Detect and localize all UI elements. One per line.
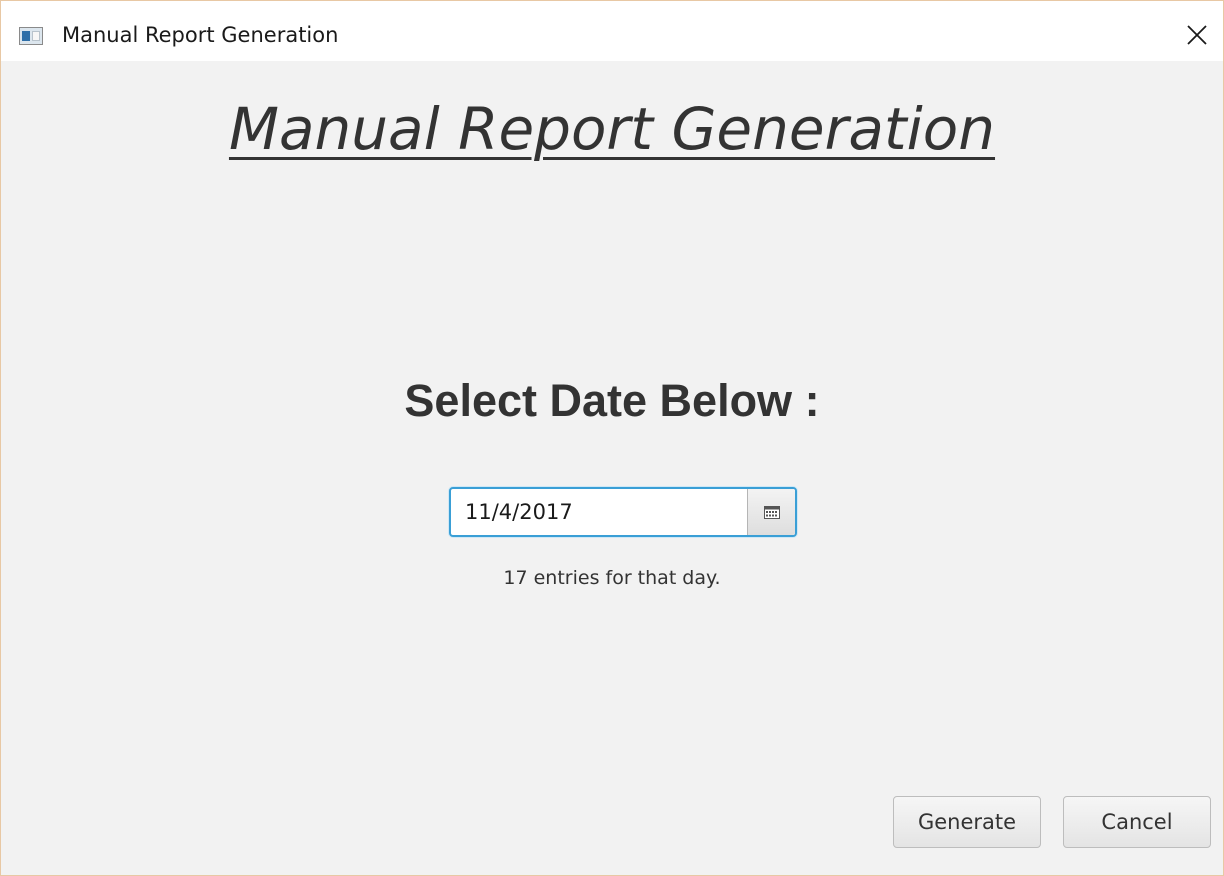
date-input[interactable] xyxy=(451,489,747,535)
select-date-label: Select Date Below : xyxy=(404,375,820,426)
close-icon xyxy=(1187,25,1207,45)
dialog-window: Manual Report Generation Manual Report G… xyxy=(0,0,1224,876)
page-title: Manual Report Generation xyxy=(1,95,1223,163)
entries-count-text: 17 entries for that day. xyxy=(503,567,721,589)
window-app-icon xyxy=(19,27,43,45)
window-title: Manual Report Generation xyxy=(62,23,339,47)
close-button[interactable] xyxy=(1177,15,1217,55)
calendar-button[interactable] xyxy=(747,489,795,535)
page-title-text: Manual Report Generation xyxy=(228,95,996,163)
title-bar[interactable]: Manual Report Generation xyxy=(1,1,1223,61)
generate-button[interactable]: Generate xyxy=(893,796,1041,848)
cancel-button[interactable]: Cancel xyxy=(1063,796,1211,848)
calendar-icon xyxy=(763,505,780,519)
date-picker[interactable] xyxy=(449,487,797,537)
